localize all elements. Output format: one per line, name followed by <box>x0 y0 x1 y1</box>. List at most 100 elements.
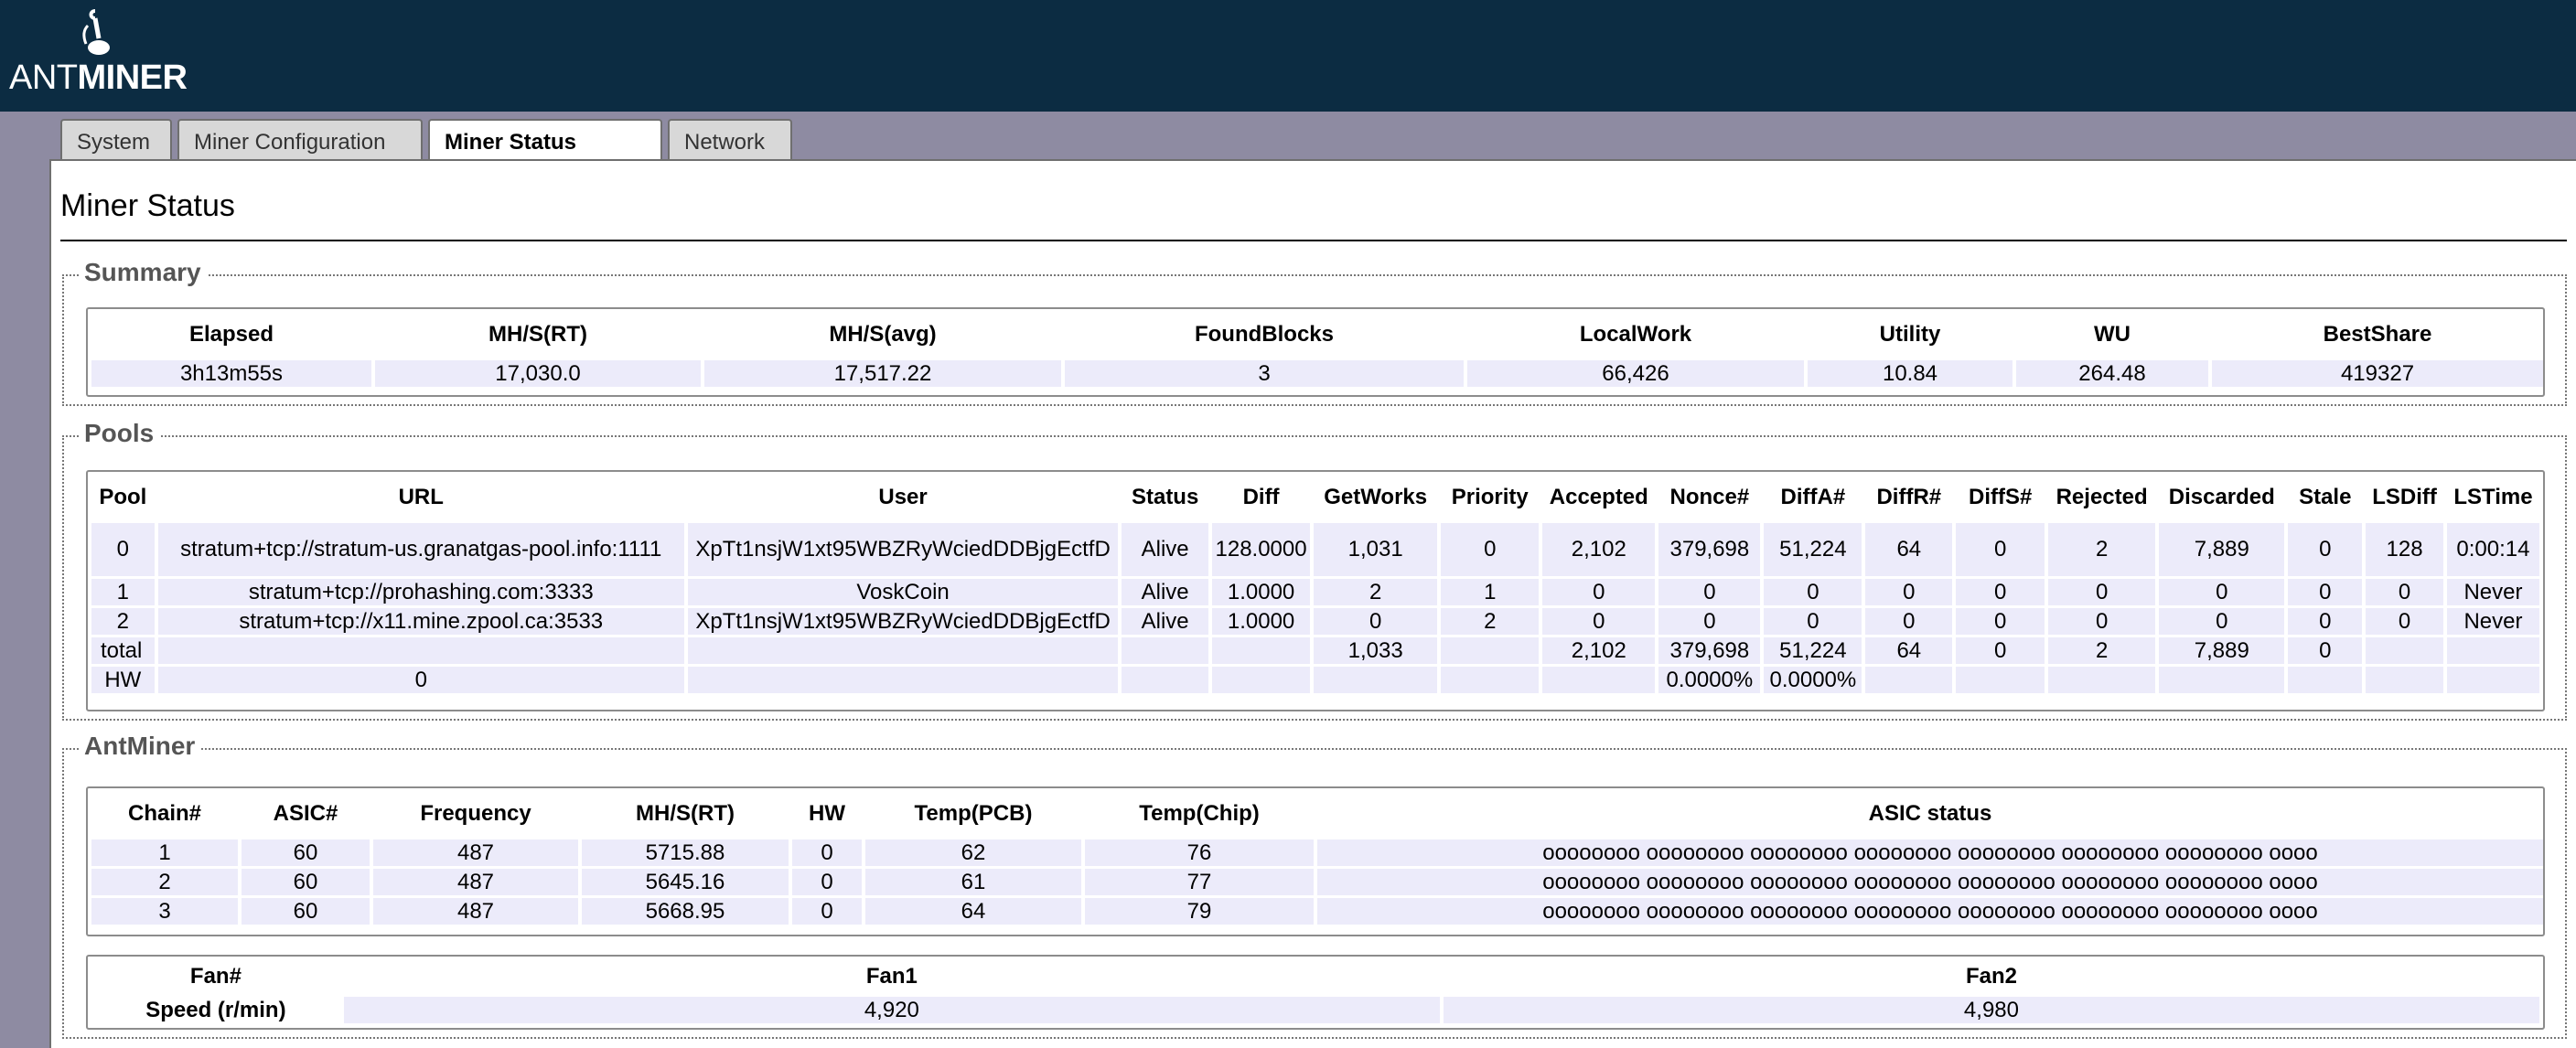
pools-row: 0 stratum+tcp://stratum-us.granatgas-poo… <box>91 523 2539 576</box>
summary-bestshare: 419327 <box>2212 360 2543 387</box>
fan1-speed: 4,920 <box>343 997 1440 1023</box>
pool-cell: 0.0000% <box>1658 667 1761 693</box>
fans-table: Fan# Fan1 Fan2 Speed (r/min) 4,920 4,980 <box>88 957 2543 1026</box>
fans-header-fan2: Fan2 <box>1965 964 2017 989</box>
pool-cell: 128.0000 <box>1212 523 1311 576</box>
pool-cell: 2 <box>91 608 155 635</box>
chain-cell: 1 <box>91 839 238 866</box>
pool-cell: 0 <box>2366 608 2443 635</box>
chain-asic-status: oooooooo oooooooo oooooooo oooooooo oooo… <box>1317 839 2543 866</box>
pool-cell: 0 <box>1956 637 2045 664</box>
pools-row: 2 stratum+tcp://x11.mine.zpool.ca:3533 X… <box>91 608 2539 635</box>
chain-cell: 64 <box>865 898 1081 925</box>
summary-mhs-rt: 17,030.0 <box>375 360 701 387</box>
chains-header-row: Chain# ASIC# Frequency MH/S(RT) HW Temp(… <box>91 791 2543 837</box>
summary-header-wu: WU <box>2094 322 2131 347</box>
summary-row: 3h13m55s 17,030.0 17,517.22 3 66,426 10.… <box>91 360 2543 387</box>
summary-utility: 10.84 <box>1808 360 2012 387</box>
pool-cell: 0 <box>2159 579 2285 605</box>
pools-header-getworks: GetWorks <box>1324 485 1428 509</box>
pool-cell <box>1865 667 1953 693</box>
summary-fieldset: Summary Elapsed MH/S(RT) MH/S(avg) Found… <box>62 258 2567 406</box>
chain-cell: 79 <box>1085 898 1314 925</box>
pools-header-discarded: Discarded <box>2168 485 2275 509</box>
chain-cell: 0 <box>792 869 862 895</box>
pool-cell <box>687 637 1119 664</box>
pool-cell: Alive <box>1122 579 1209 605</box>
pools-header-user: User <box>878 485 928 509</box>
summary-header-mhs-rt: MH/S(RT) <box>488 322 587 347</box>
pool-cell: 0 <box>1956 608 2045 635</box>
chain-cell: 5645.16 <box>582 869 789 895</box>
pool-cell: 0 <box>1658 608 1761 635</box>
pool-url: stratum+tcp://prohashing.com:3333 <box>157 579 684 605</box>
pool-cell <box>2446 637 2539 664</box>
pool-user: XpTt1nsjW1xt95WBZRyWciedDDBjgEctfD <box>687 608 1119 635</box>
pools-header-lstime: LSTime <box>2453 485 2533 509</box>
fans-speed-row: Speed (r/min) 4,920 4,980 <box>91 997 2539 1023</box>
title-divider <box>60 240 2567 241</box>
summary-table: Elapsed MH/S(RT) MH/S(avg) FoundBlocks L… <box>88 309 2547 390</box>
pool-cell: HW <box>91 667 155 693</box>
chain-asic-status: oooooooo oooooooo oooooooo oooooooo oooo… <box>1317 898 2543 925</box>
pools-header-diffr: DiffR# <box>1876 485 1942 509</box>
pools-header-pool: Pool <box>99 485 147 509</box>
pool-cell: 0 <box>1542 579 1656 605</box>
tab-miner-configuration[interactable]: Miner Configuration <box>177 119 423 161</box>
tab-miner-status[interactable]: Miner Status <box>428 119 662 163</box>
pool-cell <box>1212 667 1311 693</box>
pool-cell: Never <box>2446 608 2539 635</box>
fans-table-box: Fan# Fan1 Fan2 Speed (r/min) 4,920 4,980 <box>86 955 2545 1030</box>
pools-header-priority: Priority <box>1451 485 1529 509</box>
pool-cell <box>1542 667 1656 693</box>
chain-cell: 3 <box>91 898 238 925</box>
pools-header-stale: Stale <box>2299 485 2352 509</box>
pool-cell <box>687 667 1119 693</box>
chains-header-chain: Chain# <box>127 801 201 826</box>
pool-cell <box>1956 667 2045 693</box>
chain-cell: 76 <box>1085 839 1314 866</box>
summary-table-box: Elapsed MH/S(RT) MH/S(avg) FoundBlocks L… <box>86 307 2545 397</box>
chain-cell: 5668.95 <box>582 898 789 925</box>
fans-header-fan1: Fan1 <box>865 964 918 989</box>
tab-system[interactable]: System <box>60 119 172 161</box>
pools-header-diffs: DiffS# <box>1968 485 2033 509</box>
pool-cell: 1 <box>91 579 155 605</box>
pool-cell: 0 <box>2288 523 2363 576</box>
summary-header-foundblocks: FoundBlocks <box>1194 322 1334 347</box>
tab-network[interactable]: Network <box>668 119 792 161</box>
pool-cell: 2,102 <box>1542 523 1656 576</box>
pools-table-box: Pool URL User Status Diff GetWorks Prior… <box>86 470 2545 711</box>
pools-legend: Pools <box>79 419 160 448</box>
pool-cell <box>2288 667 2363 693</box>
pool-cell <box>1122 637 1209 664</box>
chain-cell: 487 <box>373 869 578 895</box>
pool-cell: 0 <box>1865 608 1953 635</box>
summary-header-bestshare: BestShare <box>2323 322 2432 347</box>
pool-cell: 0 <box>157 667 684 693</box>
summary-header-mhs-avg: MH/S(avg) <box>829 322 937 347</box>
chains-table-box: Chain# ASIC# Frequency MH/S(RT) HW Temp(… <box>86 786 2545 936</box>
pool-cell: Never <box>2446 579 2539 605</box>
antminer-legend: AntMiner <box>79 732 201 761</box>
pool-cell: 0 <box>1658 579 1761 605</box>
logo-miner: MINER <box>77 59 188 97</box>
chains-table: Chain# ASIC# Frequency MH/S(RT) HW Temp(… <box>88 788 2547 927</box>
pool-cell: 0 <box>1956 523 2045 576</box>
pool-cell: 0 <box>1956 579 2045 605</box>
pool-cell: 51,224 <box>1764 523 1862 576</box>
pool-cell <box>1122 667 1209 693</box>
chains-header-temp-chip: Temp(Chip) <box>1139 801 1260 826</box>
pool-cell: 0 <box>2159 608 2285 635</box>
chains-header-mhs-rt: MH/S(RT) <box>636 801 735 826</box>
summary-elapsed: 3h13m55s <box>91 360 371 387</box>
pools-header-nonce: Nonce# <box>1669 485 1750 509</box>
chain-cell: 0 <box>792 898 862 925</box>
pool-cell: 1.0000 <box>1212 579 1311 605</box>
chain-asic-status: oooooooo oooooooo oooooooo oooooooo oooo… <box>1317 869 2543 895</box>
pool-cell: 0 <box>2288 579 2363 605</box>
pools-row: 1 stratum+tcp://prohashing.com:3333 Vosk… <box>91 579 2539 605</box>
pool-cell: 2 <box>2048 523 2156 576</box>
chains-header-hw: HW <box>809 801 845 826</box>
pool-cell: 2 <box>1441 608 1540 635</box>
